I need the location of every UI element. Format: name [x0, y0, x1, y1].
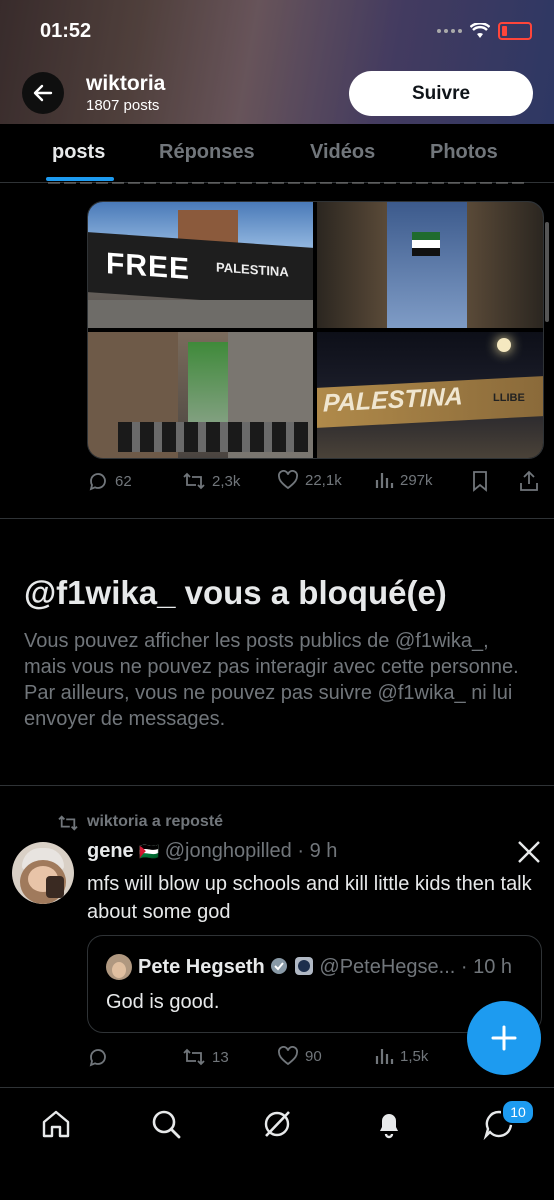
views-count: 297k: [400, 471, 433, 489]
verified-badge-icon: [271, 958, 288, 974]
arrow-left-icon: [33, 84, 53, 102]
battery-icon: [498, 22, 532, 40]
profile-name: wiktoria: [86, 72, 166, 95]
wifi-icon: [470, 23, 490, 38]
tweet-author[interactable]: gene 🇵🇸 @jonghopilled · 9 h: [87, 840, 337, 863]
bookmark-icon: [473, 471, 487, 492]
repost-icon: [183, 472, 205, 490]
repost-indicator-icon: [58, 815, 78, 831]
avatar[interactable]: [12, 842, 74, 904]
status-time: 01:52: [40, 20, 92, 42]
palestine-flag-icon: 🇵🇸: [139, 844, 160, 861]
tab-photos[interactable]: Photos: [430, 141, 498, 164]
media-photo-2[interactable]: [317, 202, 543, 328]
post-actions-row: 62 2,3k 22,1k 297k: [87, 470, 542, 494]
media-photo-3[interactable]: [88, 332, 313, 458]
views-button[interactable]: 1,5k: [374, 1046, 428, 1066]
profile-posts-count: 1807 posts: [86, 97, 160, 114]
bottom-nav: [0, 1087, 554, 1200]
follow-button[interactable]: Suivre: [349, 71, 533, 116]
quote-author: Pete Hegseth @PeteHegse... · 10 h: [138, 956, 512, 979]
status-icons: [437, 22, 532, 40]
grok-icon[interactable]: [261, 1108, 293, 1140]
x-logo-icon[interactable]: [517, 840, 541, 864]
tab-videos[interactable]: Vidéos: [310, 141, 375, 164]
compose-button[interactable]: [467, 1001, 541, 1075]
mural-text-lliure: LLIBE: [493, 392, 525, 404]
search-icon[interactable]: [150, 1108, 182, 1140]
blocked-title: @f1wika_ vous a bloqué(e): [24, 574, 447, 611]
mural-text-free: FREE: [106, 247, 191, 286]
quote-author-name: Pete Hegseth: [138, 956, 265, 978]
heart-icon: [278, 1046, 298, 1066]
home-icon[interactable]: [40, 1108, 72, 1140]
share-button[interactable]: [519, 470, 539, 492]
plus-icon: [491, 1025, 517, 1051]
views-count: 1,5k: [400, 1047, 429, 1065]
reply-count: 62: [115, 472, 132, 490]
notifications-bell-icon[interactable]: [373, 1108, 405, 1140]
quote-avatar: [106, 954, 132, 980]
repost-count: 13: [212, 1048, 229, 1066]
like-button[interactable]: 90: [277, 1046, 322, 1066]
views-button[interactable]: 297k: [374, 470, 433, 490]
messages-badge: 10: [501, 1099, 535, 1125]
bookmark-button[interactable]: [471, 470, 489, 492]
clipped-text-line: [48, 182, 528, 188]
tweet-text: mfs will blow up schools and kill little…: [87, 873, 532, 923]
signal-icon: [437, 29, 462, 33]
author-name: gene: [87, 840, 134, 862]
views-icon: [375, 473, 394, 488]
repost-button[interactable]: 13: [182, 1046, 229, 1068]
like-count: 90: [305, 1047, 322, 1065]
repost-label: wiktoria a reposté: [87, 813, 224, 830]
tab-replies[interactable]: Réponses: [159, 141, 255, 164]
quote-handle-time: @PeteHegse... · 10 h: [319, 956, 513, 978]
reply-icon: [89, 1049, 106, 1067]
reply-button[interactable]: [87, 1046, 115, 1068]
blocked-description: Vous pouvez afficher les posts publics d…: [24, 630, 519, 730]
affiliate-badge-icon: [294, 957, 313, 975]
repost-button[interactable]: 2,3k: [182, 470, 240, 492]
like-button[interactable]: 22,1k: [277, 470, 342, 490]
repost-icon: [183, 1048, 205, 1066]
tab-posts[interactable]: posts: [52, 141, 105, 164]
like-count: 22,1k: [305, 471, 342, 489]
heart-icon: [278, 470, 298, 490]
back-button[interactable]: [22, 72, 64, 114]
post-media-grid[interactable]: FREE PALESTINA PALESTINA LLIBE: [87, 201, 544, 459]
media-photo-1[interactable]: FREE PALESTINA: [88, 202, 313, 328]
repost-count: 2,3k: [212, 472, 241, 490]
media-photo-4[interactable]: PALESTINA LLIBE: [317, 332, 543, 458]
quote-text: God is good.: [106, 991, 220, 1013]
reply-icon: [89, 473, 106, 491]
reply-button[interactable]: 62: [87, 470, 132, 492]
share-icon: [520, 470, 538, 491]
divider: [0, 785, 554, 786]
views-icon: [375, 1049, 394, 1064]
active-tab-indicator: [46, 177, 114, 181]
author-handle-time: @jonghopilled · 9 h: [164, 840, 338, 862]
divider: [0, 518, 554, 519]
scrollbar[interactable]: [545, 222, 549, 322]
